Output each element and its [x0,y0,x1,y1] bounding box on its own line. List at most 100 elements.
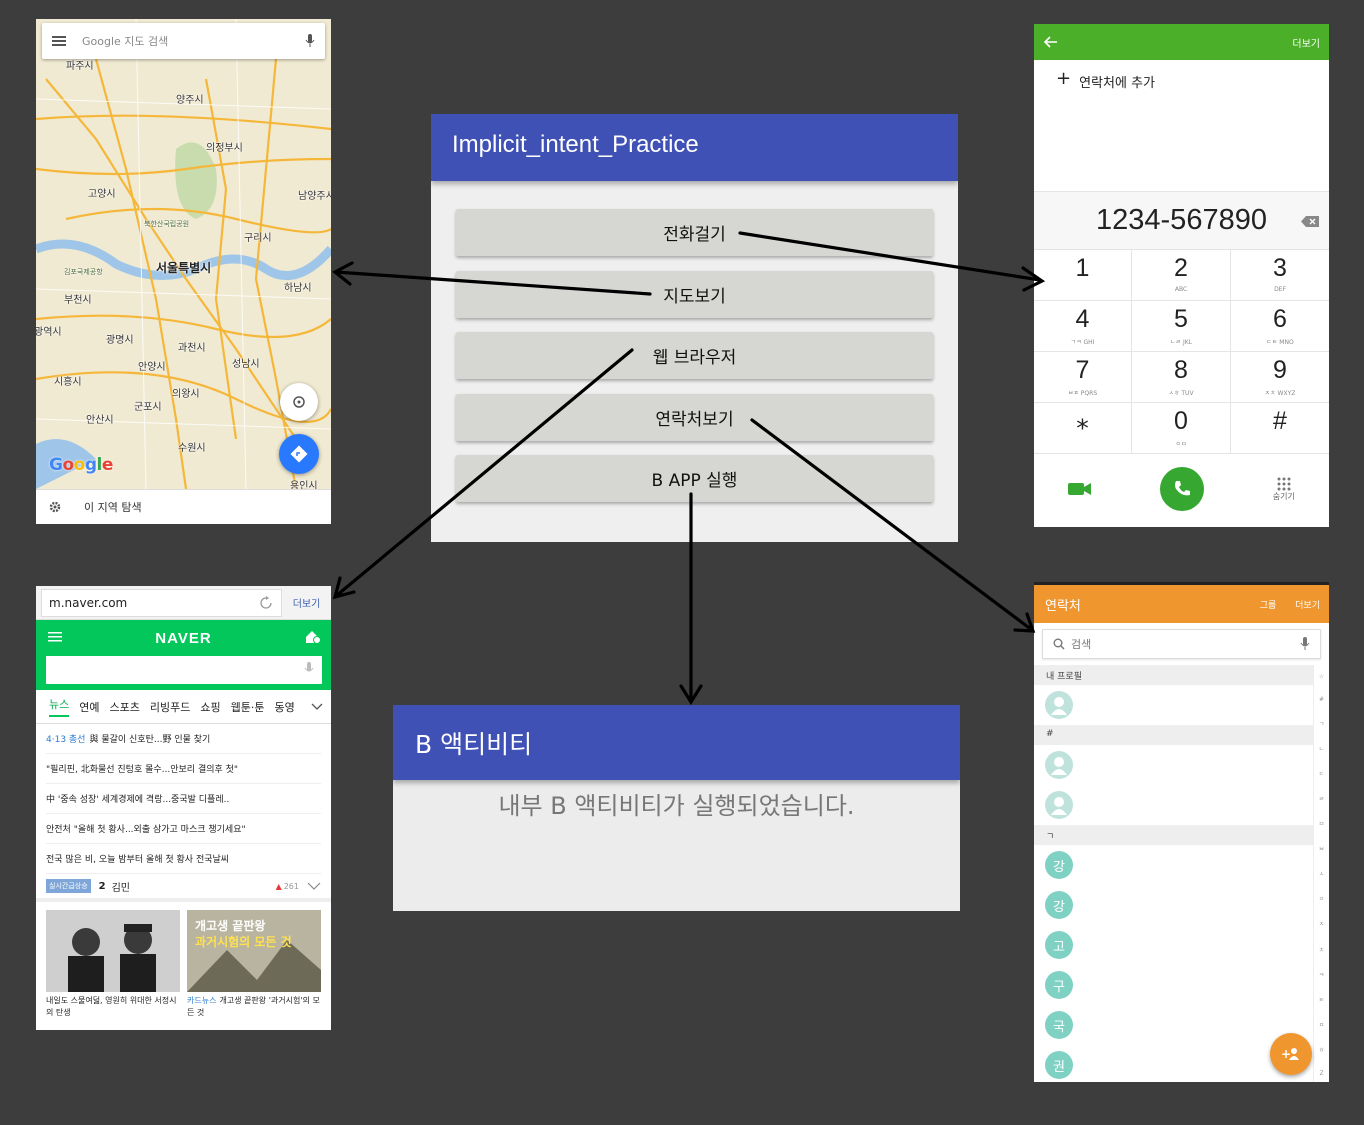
web-browser-button[interactable]: 웹 브라우저 [456,332,933,379]
naver-tab[interactable]: 동영 [274,699,294,715]
naver-tab[interactable]: 뉴스 [49,696,70,717]
map-canvas[interactable] [36,19,331,489]
microphone-icon[interactable] [304,662,314,676]
contacts-search-input[interactable]: 검색 [1042,629,1321,659]
naver-tab[interactable]: 리빙푸드 [150,699,190,715]
city-label: 성남시 [232,359,260,370]
dial-key[interactable]: 9 ㅈㅊ WXYZ [1231,352,1329,403]
contacts-more-button[interactable]: 더보기 [1295,601,1320,611]
url-field[interactable]: m.naver.com [41,588,282,617]
dial-key[interactable]: 4 ㄱㅋ GHI [1034,301,1132,352]
contact-row[interactable] [1034,785,1313,825]
person-icon [1051,797,1067,815]
dial-key-digit: 8 [1174,356,1188,384]
index-letter[interactable]: ☆ [1319,673,1324,680]
contacts-view-button[interactable]: 연락처보기 [456,394,933,441]
contact-row[interactable]: 고 [1034,925,1313,965]
map-view-button[interactable]: 지도보기 [456,271,933,318]
dial-key[interactable]: 1 [1034,250,1132,301]
naver-tab[interactable]: 연예 [79,699,99,715]
dial-key-letters: ㅈㅊ WXYZ [1264,390,1296,397]
run-b-app-button[interactable]: B APP 실행 [456,455,933,502]
dial-key-letters: ㄷㅌ MNO [1266,339,1294,346]
refresh-icon[interactable] [259,595,273,610]
index-letter[interactable]: ㄹ [1319,794,1325,803]
dial-key[interactable]: 3 DEF [1231,250,1329,301]
index-letter[interactable]: ㅎ [1319,1045,1325,1054]
call-button[interactable]: 전화걸기 [456,209,933,256]
index-letter[interactable]: ㅋ [1319,970,1325,979]
backspace-icon[interactable] [1301,216,1319,227]
explore-area-bar[interactable]: 이 지역 탐색 [36,489,331,524]
naver-tab[interactable]: 스포츠 [110,699,140,715]
index-letter[interactable]: Z [1319,1070,1323,1077]
contact-row[interactable]: 강 [1034,845,1313,885]
dialer-more-button[interactable]: 더보기 [1292,35,1320,50]
add-contact-fab[interactable]: + [1270,1033,1312,1075]
index-letter[interactable]: ㅂ [1319,844,1325,853]
dial-key[interactable]: 6 ㄷㅌ MNO [1231,301,1329,352]
index-letter[interactable]: ㅅ [1319,869,1325,878]
microphone-icon[interactable] [1300,637,1310,651]
plus-icon: + [1056,68,1072,89]
photo-thumbnail-2[interactable]: 개고생 끝판왕 과거시험의 모든 것 [187,910,321,992]
hide-keypad-button[interactable]: 숨기기 [1273,477,1295,502]
contact-row[interactable] [1034,745,1313,785]
keypad-icon [1277,477,1291,490]
menu-icon[interactable] [52,36,66,46]
realtime-keyword[interactable]: 실시간급상승 2 김민 ▲ 261 [36,874,331,902]
dial-key[interactable]: # [1231,403,1329,454]
group-button[interactable]: 그룹 [1260,601,1277,611]
index-letter[interactable]: ㄱ [1319,719,1325,728]
news-item[interactable]: "필리핀, 北화물선 진텅호 몰수...안보리 결의후 첫" [46,754,321,784]
news-item[interactable]: 안전처 "올해 첫 황사...외출 삼가고 마스크 챙기세요" [46,814,321,844]
index-letter[interactable]: ㅁ [1319,819,1325,828]
dial-key[interactable]: ⁎ [1034,403,1132,454]
index-letter[interactable]: ㄴ [1319,744,1325,753]
add-to-contacts-button[interactable]: + 연락처에 추가 [1034,60,1329,192]
map-search-bar[interactable]: Google 지도 검색 [42,23,325,59]
dial-key[interactable]: 7 ㅂㅍ PQRS [1034,352,1132,403]
contact-row[interactable] [1034,685,1313,725]
index-letter[interactable]: ㅌ [1319,995,1325,1004]
index-letter[interactable]: ㅍ [1319,1020,1325,1029]
contact-row[interactable]: 구 [1034,965,1313,1005]
contacts-index-scroller[interactable]: ☆ # ㄱㄴㄷㄹㅁㅂㅅㅇㅈㅊㅋㅌㅍㅎ Z [1313,665,1329,1082]
home-add-icon[interactable] [305,630,321,644]
back-arrow-icon[interactable] [1044,36,1058,48]
dial-key[interactable]: 0 ㅇㅁ [1132,403,1231,454]
photo-caption-2[interactable]: 카드뉴스 개고생 끝판왕 '과거시험'의 모든 것 [187,995,321,1019]
directions-button[interactable] [279,434,319,474]
naver-tab[interactable]: 웹툰·툰 [231,699,265,715]
contact-row[interactable]: 국 [1034,1005,1313,1045]
my-location-button[interactable] [280,383,318,421]
dial-key[interactable]: 8 ㅅㅎ TUV [1132,352,1231,403]
avatar [1045,691,1073,719]
news-item[interactable]: 中 '중속 성장' 세계경제에 격랑...중국발 디플레.. [46,784,321,814]
naver-tab[interactable]: 쇼핑 [200,699,220,715]
dial-key-digit: 7 [1075,356,1090,384]
index-letter[interactable]: ㅇ [1319,894,1325,903]
dial-key[interactable]: 2 ABC [1132,250,1231,301]
news-item[interactable]: 전국 많은 비, 오늘 밤부터 올해 첫 황사 전국날씨 [46,844,321,874]
video-call-icon[interactable] [1068,482,1092,496]
index-letter[interactable]: ㅊ [1319,945,1325,954]
contacts-section-header: 내 프로필 [1034,665,1313,685]
index-letter[interactable]: ㄷ [1319,769,1325,778]
contacts-section-header: # [1034,725,1313,745]
browser-more-button[interactable]: 더보기 [282,595,331,610]
photo-caption-1[interactable]: 내일도 스물여덟, 영원히 위대한 서정시의 탄생 [46,995,180,1019]
dialer-actions: 숨기기 [1034,454,1329,524]
microphone-icon[interactable] [305,34,315,48]
photo-thumbnail-1[interactable] [46,910,180,992]
index-letter[interactable]: # [1319,696,1324,703]
chevron-down-icon[interactable] [307,882,321,890]
chevron-down-icon[interactable] [311,703,323,711]
index-letter[interactable]: ㅈ [1319,919,1325,928]
dial-key[interactable]: 5 ㄴㄹ JKL [1132,301,1231,352]
news-item[interactable]: 4·13 총선 與 물갈이 신호탄...野 인물 찾기 [46,724,321,754]
naver-search-input[interactable] [46,656,322,684]
add-to-contacts-label: 연락처에 추가 [1079,76,1155,91]
call-dial-button[interactable] [1160,467,1205,511]
contact-row[interactable]: 강 [1034,885,1313,925]
